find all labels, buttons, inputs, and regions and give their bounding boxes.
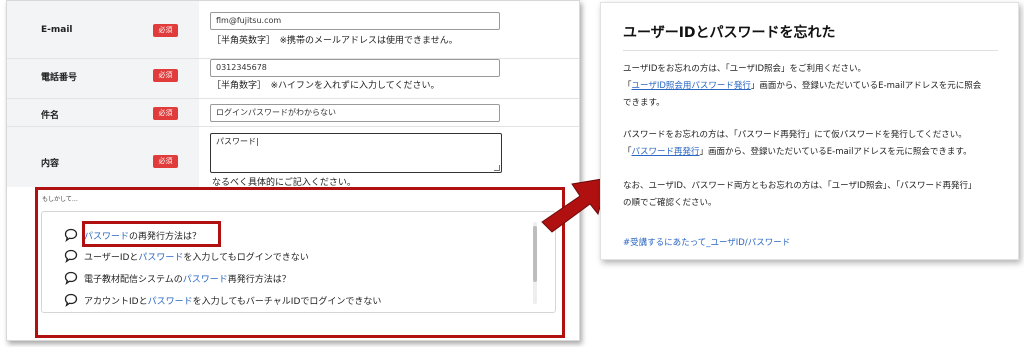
category-tag-link[interactable]: #受講するにあたって_ユーザID/パスワード [623,236,790,248]
faq-text: パスワードをお忘れの方は、「パスワード再発行」にて仮パスワードを発行してください… [623,130,967,140]
subject-field[interactable]: ログインパスワードがわからない [210,104,500,122]
highlight-frame-first-suggestion [82,221,221,247]
required-badge: 必須 [153,107,178,120]
email-note: ［半角英数字］ ※携帯のメールアドレスは使用できません。 [212,36,458,46]
content-text: パスワード| [216,137,259,146]
required-badge: 必須 [153,155,178,168]
required-badge: 必須 [153,24,178,37]
content-textarea[interactable]: パスワード| [210,133,502,173]
faq-text: なお、ユーザID、パスワード両方ともお忘れの方は、「ユーザID照会」、「パスワー… [623,181,977,191]
phone-label: 電話番号 [41,73,78,83]
faq-text: 」画面から、登録いただいているE-mailアドレスを元に照会できます。 [699,147,972,157]
email-field[interactable]: flm@fujitsu.com [210,12,500,30]
required-badge: 必須 [153,69,178,82]
highlight-frame-suggestions [35,187,565,338]
phone-row: 電話番号 必須 0312345678 ［半角数字］ ※ハイフンを入れずに入力して… [7,59,579,99]
faq-text: の順でご確認ください。 [623,198,717,208]
password-reissue-link[interactable]: パスワード再発行 [632,147,700,157]
phone-field[interactable]: 0312345678 [210,59,500,77]
resize-grip[interactable] [494,165,500,171]
faq-text: 」画面から、登録いただいているE-mailアドレスを元に照会 [750,81,982,91]
contact-form-panel: E-mail 必須 flm@fujitsu.com ［半角英数字］ ※携帯のメー… [6,0,580,341]
faq-text-line: 「パスワード再発行」画面から、登録いただいているE-mailアドレスを元に照会で… [623,147,972,158]
faq-answer-panel: ユーザーIDとパスワードを忘れた ユーザIDをお忘れの方は、「ユーザID照会」を… [600,2,1019,260]
user-id-inquiry-link[interactable]: ユーザID照会用パスワード発行 [632,81,751,91]
faq-text: ユーザIDをお忘れの方は、「ユーザID照会」をご利用ください。 [623,64,867,74]
title-divider [623,50,998,51]
faq-text: 「 [623,81,632,91]
subject-row: 件名 必須 ログインパスワードがわからない [7,99,579,127]
email-label: E-mail [41,25,73,35]
faq-text: できます。 [623,98,665,108]
content-label: 内容 [41,159,60,169]
subject-label: 件名 [41,111,60,121]
email-row: E-mail 必須 flm@fujitsu.com ［半角英数字］ ※携帯のメー… [7,1,579,59]
faq-title: ユーザーIDとパスワードを忘れた [623,25,836,41]
phone-note: ［半角数字］ ※ハイフンを入れずに入力してください。 [212,81,440,91]
faq-text: 「 [623,147,632,157]
faq-text-line: 「ユーザID照会用パスワード発行」画面から、登録いただいているE-mailアドレ… [623,81,981,92]
